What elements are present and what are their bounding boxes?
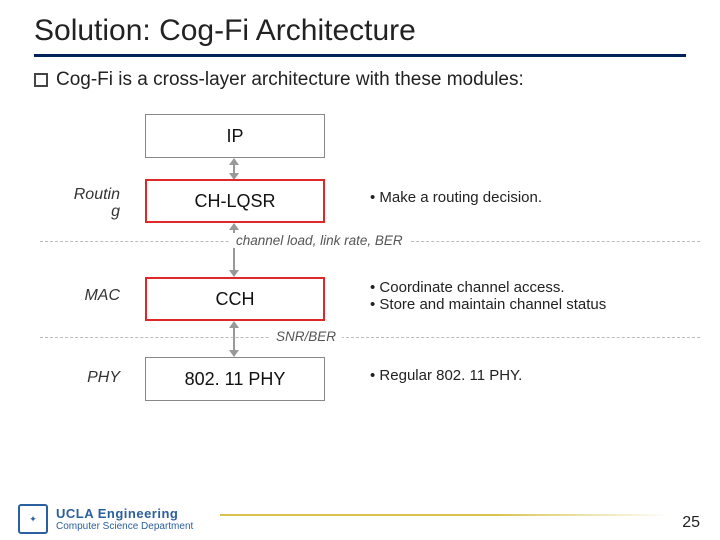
logo-line2: Computer Science Department [56,521,193,532]
divider-mac-phy: SNR/BER [40,337,700,338]
layer-label-phy: PHY [60,369,120,387]
architecture-diagram: Routing MAC PHY IP CH-LQSR channel load,… [0,109,720,429]
bullet-square-icon [34,73,48,87]
ucla-seal-icon: ✦ [18,504,48,534]
divider-routing-mac: channel load, link rate, BER [40,241,700,242]
desc-phy: Regular 802. 11 PHY. [370,367,700,384]
box-cch: CCH [145,277,325,321]
intro-bullet: Cog-Fi is a cross-layer architecture wit… [0,69,720,109]
box-phy: 802. 11 PHY [145,357,325,401]
logo-line1: UCLA Engineering [56,506,193,521]
desc-cch: Coordinate channel access. Store and mai… [370,279,700,313]
arrow-ip-chlqsr [233,159,235,179]
intro-text: Cog-Fi is a cross-layer architecture wit… [56,69,524,91]
divider-label-1: channel load, link rate, BER [230,233,409,248]
layer-label-routing: Routing [60,187,120,221]
arrow-cch-phy [233,322,235,356]
layer-label-mac: MAC [60,287,120,305]
box-chlqsr: CH-LQSR [145,179,325,223]
ucla-logo: ✦ UCLA Engineering Computer Science Depa… [18,504,193,534]
title-underline [34,54,686,57]
box-ip: IP [145,114,325,158]
footer-rule [220,514,670,516]
page-number: 25 [682,514,700,532]
slide-footer: ✦ UCLA Engineering Computer Science Depa… [0,490,720,540]
divider-label-2: SNR/BER [270,329,342,344]
slide-title: Solution: Cog-Fi Architecture [0,0,720,54]
desc-chlqsr: Make a routing decision. [370,189,700,206]
arrow-chlqsr-cch [233,224,235,276]
